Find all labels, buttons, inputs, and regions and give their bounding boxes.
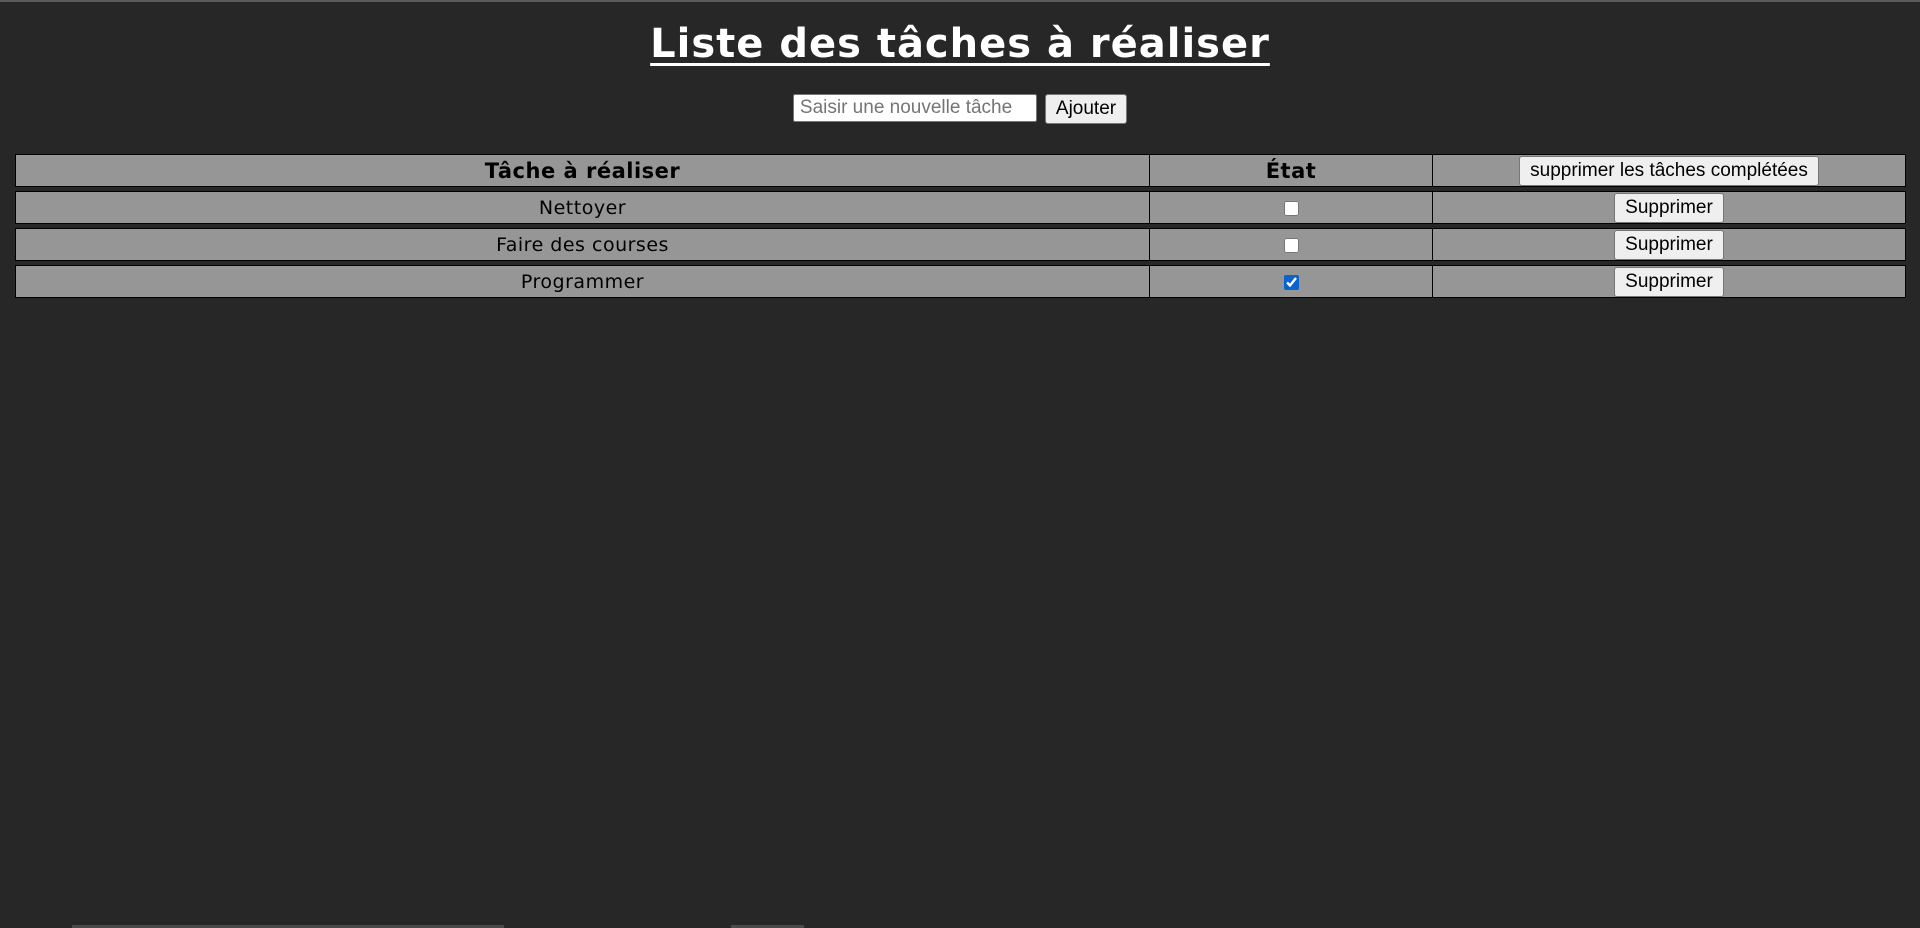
delete-task-button[interactable]: Supprimer	[1614, 266, 1724, 297]
clear-completed-button[interactable]: supprimer les tâches complétées	[1519, 155, 1819, 186]
add-task-button[interactable]: Ajouter	[1044, 94, 1128, 124]
window-top-edge	[0, 0, 1920, 2]
header-task: Tâche à réaliser	[15, 154, 1149, 187]
header-state: État	[1149, 154, 1432, 187]
table-row: Nettoyer Supprimer	[15, 191, 1906, 224]
table-row: Faire des courses Supprimer	[15, 228, 1906, 261]
add-task-form: Ajouter	[0, 94, 1920, 124]
task-actions-cell: Supprimer	[1432, 228, 1906, 261]
header-actions: supprimer les tâches complétées	[1432, 154, 1906, 187]
new-task-input[interactable]	[792, 94, 1037, 122]
task-name: Faire des courses	[15, 228, 1149, 261]
tasks-table-container: Tâche à réaliser État supprimer les tâch…	[15, 154, 1906, 302]
task-actions-cell: Supprimer	[1432, 191, 1906, 224]
task-done-checkbox[interactable]	[1283, 237, 1299, 253]
table-header-row: Tâche à réaliser État supprimer les tâch…	[15, 154, 1906, 187]
delete-task-button[interactable]: Supprimer	[1614, 229, 1724, 260]
page-title: Liste des tâches à réaliser	[650, 21, 1270, 67]
task-state-cell	[1149, 228, 1432, 261]
task-done-checkbox[interactable]	[1283, 200, 1299, 216]
task-state-cell	[1149, 191, 1432, 224]
tasks-table: Tâche à réaliser État supprimer les tâch…	[15, 150, 1906, 302]
task-done-checkbox[interactable]	[1283, 274, 1299, 290]
task-actions-cell: Supprimer	[1432, 265, 1906, 298]
task-state-cell	[1149, 265, 1432, 298]
task-name: Programmer	[15, 265, 1149, 298]
task-name: Nettoyer	[15, 191, 1149, 224]
table-row: Programmer Supprimer	[15, 265, 1906, 298]
delete-task-button[interactable]: Supprimer	[1614, 192, 1724, 223]
